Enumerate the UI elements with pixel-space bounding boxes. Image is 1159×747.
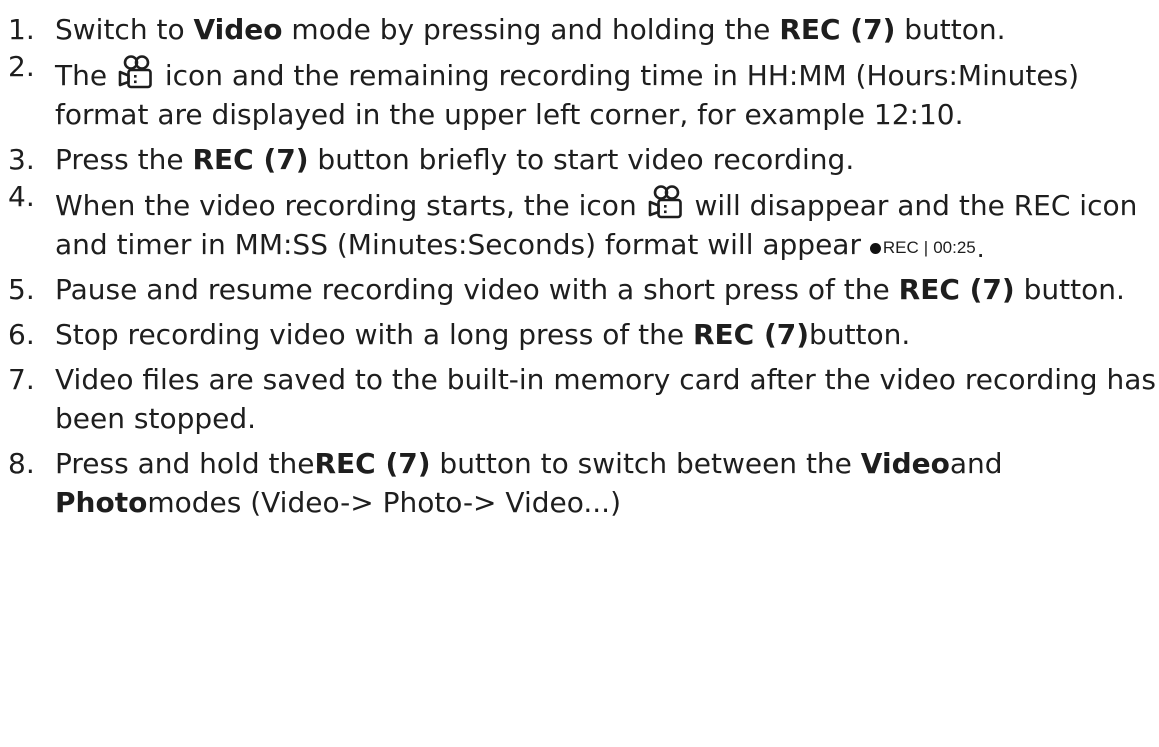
step-number: 8. — [8, 447, 35, 480]
rec-separator: | — [923, 238, 929, 257]
step-text: When the video recording starts, the ico… — [55, 185, 1159, 264]
step-text: Press the REC (7) button briefly to star… — [55, 140, 1159, 179]
step-number: 3. — [8, 143, 35, 176]
bold-term: Video — [193, 13, 283, 46]
bold-term: REC (7) — [779, 13, 896, 46]
step-text: Stop recording video with a long press o… — [55, 315, 1159, 354]
step-number: 5. — [8, 273, 35, 306]
text-run: The — [55, 59, 116, 92]
list-item: 1. Switch to Video mode by pressing and h… — [8, 10, 1159, 49]
text-run: Press and hold the — [55, 447, 315, 480]
text-run: button. — [809, 318, 911, 351]
record-dot-icon — [869, 242, 881, 254]
text-run: button. — [895, 13, 1006, 46]
step-text: Press and hold theREC (7) button to swit… — [55, 444, 1159, 522]
bold-term: REC (7) — [898, 273, 1015, 306]
text-run: button briefly to start video recording. — [308, 143, 855, 176]
text-run: mode by pressing and holding the — [282, 13, 780, 46]
text-run: and — [949, 447, 1003, 480]
text-run: Switch to — [55, 13, 194, 46]
text-run: Stop recording video with a long press o… — [55, 318, 693, 351]
rec-time: 00:25 — [933, 238, 976, 257]
bold-term: REC (7) — [192, 143, 309, 176]
bold-term: Photo — [55, 486, 148, 519]
rec-trailing-period: . — [976, 232, 985, 263]
video-camera-icon — [118, 55, 154, 91]
step-text: Switch to Video mode by pressing and hol… — [55, 10, 1159, 49]
list-item: 6. Stop recording video with a long press… — [8, 315, 1159, 354]
text-run: Video files are saved to the built-in me… — [55, 363, 1156, 435]
step-number: 7. — [8, 363, 35, 396]
step-number: 1. — [8, 13, 35, 46]
list-item: 8. Press and hold theREC (7) button to sw… — [8, 444, 1159, 522]
rec-label: REC — [882, 238, 919, 257]
list-item: 2. The icon and the remaining recording t… — [8, 50, 1159, 134]
text-run: Press the — [55, 143, 193, 176]
step-number: 2. — [8, 50, 35, 83]
steps-list: 1. Switch to Video mode by pressing and h… — [8, 10, 1159, 522]
bold-term: REC (7) — [692, 318, 810, 351]
instruction-document: 1. Switch to Video mode by pressing and h… — [0, 0, 1159, 747]
text-run: button. — [1014, 273, 1125, 306]
text-run: button to switch between the — [430, 447, 861, 480]
list-item: 3. Press the REC (7) button briefly to st… — [8, 140, 1159, 179]
step-number: 4. — [8, 180, 35, 213]
step-number: 6. — [8, 318, 35, 351]
video-camera-icon — [648, 185, 684, 221]
text-run: Pause and resume recording video with a … — [55, 273, 899, 306]
bold-term: Video — [860, 447, 950, 480]
step-text: The icon and the remaining recording tim… — [55, 55, 1159, 134]
text-run: modes (Video-> Photo-> Video...) — [147, 486, 622, 519]
list-item: 7. Video files are saved to the built-in … — [8, 360, 1159, 438]
list-item: 5. Pause and resume recording video with … — [8, 270, 1159, 309]
list-item: 4. When the video recording starts, the i… — [8, 180, 1159, 264]
text-run: When the video recording starts, the ico… — [55, 189, 646, 222]
step-text: Video files are saved to the built-in me… — [55, 360, 1159, 438]
rec-timer-badge: REC | 00:25. — [869, 232, 985, 263]
text-run: icon and the remaining recording time in… — [55, 59, 1080, 131]
bold-term: REC (7) — [314, 447, 431, 480]
step-text: Pause and resume recording video with a … — [55, 270, 1159, 309]
